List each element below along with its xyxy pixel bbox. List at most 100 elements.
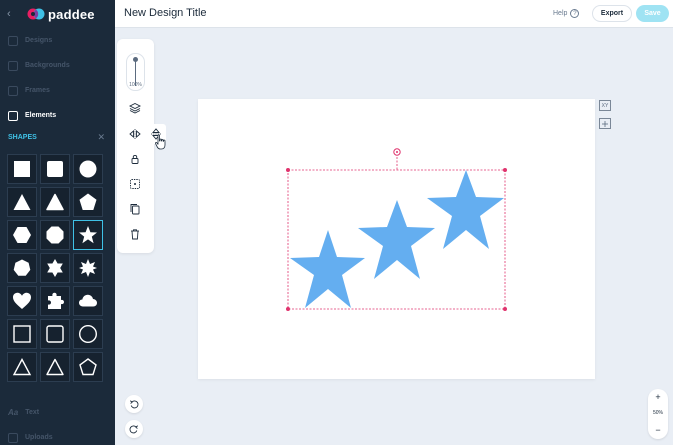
select-area-button[interactable] xyxy=(126,175,144,193)
shape-octagon[interactable] xyxy=(40,220,70,250)
logo[interactable]: paddee xyxy=(27,6,95,22)
zoom-in-button[interactable]: + xyxy=(648,392,668,402)
section-title: SHAPES xyxy=(8,133,37,141)
triangle-icon xyxy=(13,194,31,210)
backgrounds-icon xyxy=(8,60,18,71)
trash-icon xyxy=(131,229,139,240)
shape-square[interactable] xyxy=(7,154,37,184)
close-icon[interactable]: ✕ xyxy=(97,132,105,143)
shape-rounded-square[interactable] xyxy=(40,154,70,184)
zoom-out-button[interactable]: − xyxy=(648,425,668,435)
shape-star[interactable] xyxy=(73,220,103,250)
shape-rounded-triangle-outline[interactable] xyxy=(40,352,70,382)
cloud-icon xyxy=(79,294,97,307)
design-title[interactable]: New Design Title xyxy=(124,7,207,19)
canvas-star[interactable] xyxy=(358,200,435,279)
zoom-percent: 50% xyxy=(652,410,663,416)
undo-button[interactable] xyxy=(125,395,143,413)
duplicate-icon xyxy=(130,204,140,215)
sidebar-item-label: Designs xyxy=(25,37,53,44)
shape-burst-star[interactable] xyxy=(73,253,103,283)
zoom-knob[interactable] xyxy=(133,57,138,62)
hexagon-icon xyxy=(13,227,31,243)
canvas-star[interactable] xyxy=(290,230,365,308)
pentagon-icon xyxy=(79,193,97,210)
resize-handle-top-left[interactable] xyxy=(286,168,290,172)
shape-rounded-square-outline[interactable] xyxy=(40,319,70,349)
uploads-icon xyxy=(8,432,18,443)
rotate-handle[interactable] xyxy=(393,148,401,156)
shape-heptagon[interactable] xyxy=(7,253,37,283)
redo-button[interactable] xyxy=(125,420,143,438)
sidebar-item-label: Backgrounds xyxy=(25,62,70,69)
heart-icon xyxy=(13,292,31,309)
resize-handle-bottom-left[interactable] xyxy=(286,307,290,311)
logo-icon xyxy=(27,8,45,20)
shape-triangle-outline[interactable] xyxy=(7,352,37,382)
sidebar-item-label: Text xyxy=(25,409,40,416)
sidebar-item-uploads[interactable]: Uploads xyxy=(0,425,115,445)
shape-circle[interactable] xyxy=(73,154,103,184)
layers-button[interactable] xyxy=(126,99,144,117)
resize-handle-top-right[interactable] xyxy=(503,168,507,172)
shape-pentagon-outline[interactable] xyxy=(73,352,103,382)
sidebar-top: ‹ paddee xyxy=(0,0,115,28)
sidebar-item-text[interactable]: Aa Text xyxy=(0,400,115,425)
shape-six-point-star[interactable] xyxy=(40,253,70,283)
rounded-square-icon xyxy=(47,161,63,177)
pentagon-outline-icon xyxy=(79,358,97,376)
zoom-level: 100% xyxy=(129,82,142,88)
sidebar: ‹ paddee Designs Backgrounds Frames Elem… xyxy=(0,0,115,445)
octagon-icon xyxy=(46,226,64,244)
save-button[interactable]: Save xyxy=(636,5,669,22)
heptagon-icon xyxy=(13,259,31,276)
circle-icon xyxy=(79,160,97,178)
help-link[interactable]: Help ? xyxy=(553,9,580,18)
frames-icon xyxy=(8,85,18,96)
shapes-grid xyxy=(7,154,104,382)
tool-panel: 100% xyxy=(117,39,154,253)
shape-cloud[interactable] xyxy=(73,286,103,316)
sidebar-item-elements[interactable]: Elements xyxy=(0,103,115,128)
sidebar-item-label: Elements xyxy=(25,112,57,119)
xy-position-button[interactable]: XY xyxy=(599,100,611,111)
canvas-content xyxy=(286,148,507,311)
center-align-button[interactable] xyxy=(599,118,611,129)
shape-triangle[interactable] xyxy=(7,187,37,217)
flip-horizontal-button[interactable] xyxy=(126,125,144,143)
shape-circle-outline[interactable] xyxy=(73,319,103,349)
sidebar-item-designs[interactable]: Designs xyxy=(0,28,115,53)
sidebar-bottom-nav: Aa Text Uploads xyxy=(0,400,115,445)
crosshair-icon xyxy=(602,120,608,127)
six-point-star-icon xyxy=(47,259,63,277)
canvas-star[interactable] xyxy=(427,170,504,249)
shape-rounded-triangle[interactable] xyxy=(40,187,70,217)
question-icon: ? xyxy=(570,9,580,18)
redo-icon xyxy=(129,425,139,434)
resize-handle-bottom-right[interactable] xyxy=(503,307,507,311)
text-icon: Aa xyxy=(8,408,19,417)
shape-puzzle-piece[interactable] xyxy=(40,286,70,316)
lock-button[interactable] xyxy=(126,150,144,168)
back-chevron-icon[interactable]: ‹ xyxy=(7,8,19,20)
circle-outline-icon xyxy=(78,324,98,344)
zoom-control: + 50% − xyxy=(648,389,668,439)
flip-horizontal-icon xyxy=(129,129,141,139)
rounded-square-outline-icon xyxy=(46,325,64,343)
puzzle-piece-icon xyxy=(48,292,64,309)
square-outline-icon xyxy=(13,325,31,343)
sidebar-item-label: Frames xyxy=(25,87,50,94)
delete-button[interactable] xyxy=(126,225,144,243)
sidebar-item-frames[interactable]: Frames xyxy=(0,78,115,103)
sidebar-item-label: Uploads xyxy=(25,434,53,441)
shape-square-outline[interactable] xyxy=(7,319,37,349)
sidebar-item-backgrounds[interactable]: Backgrounds xyxy=(0,53,115,78)
shape-heart[interactable] xyxy=(7,286,37,316)
top-header: New Design Title Help ? Export Save xyxy=(115,0,673,28)
duplicate-button[interactable] xyxy=(126,200,144,218)
shape-pentagon[interactable] xyxy=(73,187,103,217)
shape-hexagon[interactable] xyxy=(7,220,37,250)
designs-icon xyxy=(8,35,18,46)
square-icon xyxy=(14,161,30,177)
export-button[interactable]: Export xyxy=(592,5,632,22)
